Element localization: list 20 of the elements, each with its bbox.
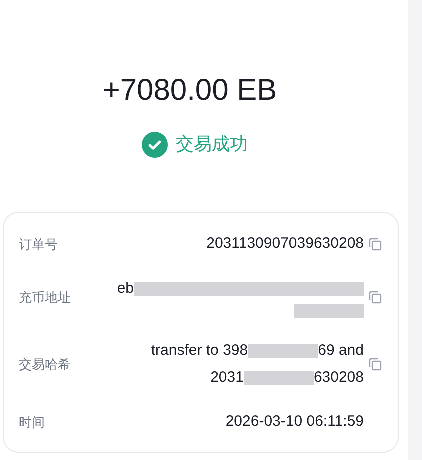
detail-label: 充币地址 <box>19 289 72 307</box>
redaction-mosaic <box>248 344 318 358</box>
copy-icon[interactable] <box>369 291 382 304</box>
detail-label: 订单号 <box>19 236 59 254</box>
redaction-mosaic <box>294 304 364 318</box>
amount: +7080.00 EB <box>102 73 278 109</box>
detail-value: transfer to 398 <box>151 341 248 361</box>
detail-value: 630208 <box>314 368 364 388</box>
detail-value: 2031130907039630208 <box>206 234 364 254</box>
redaction-mosaic <box>244 370 314 385</box>
copy-icon[interactable] <box>369 238 382 251</box>
copy-icon[interactable] <box>369 358 382 371</box>
detail-value: 69 and <box>318 341 364 361</box>
detail-value: 2031 <box>210 368 244 388</box>
detail-label: 交易哈希 <box>19 356 72 374</box>
detail-value: 2026-03-10 06:11:59 <box>226 412 364 432</box>
status-text: 交易成功 <box>176 133 248 156</box>
detail-label: 时间 <box>19 414 46 432</box>
check-circle-icon <box>142 132 168 158</box>
detail-value: eb <box>117 278 134 298</box>
